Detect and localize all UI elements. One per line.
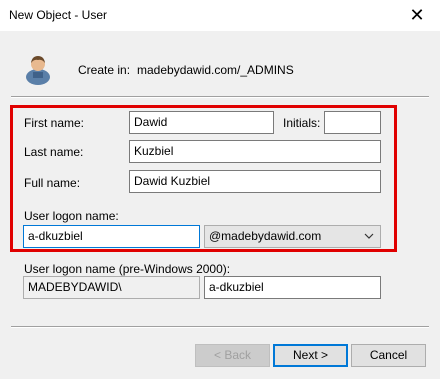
cancel-button[interactable]: Cancel xyxy=(351,344,426,367)
pre2000-domain-field: MADEBYDAWID\ xyxy=(23,276,200,299)
title-bar: New Object - User ✕ xyxy=(0,0,440,31)
divider-bottom xyxy=(11,326,429,328)
close-button[interactable]: ✕ xyxy=(394,0,440,31)
create-in-label: Create in: xyxy=(78,63,131,77)
next-button[interactable]: Next > xyxy=(273,344,348,367)
pre2000-logon-field[interactable]: a-dkuzbiel xyxy=(204,276,381,299)
user-icon xyxy=(26,56,50,85)
window-title: New Object - User xyxy=(9,8,108,22)
divider-top xyxy=(11,96,429,98)
pre2000-label: User logon name (pre-Windows 2000): xyxy=(24,262,231,276)
back-button[interactable]: < Back xyxy=(195,344,270,367)
create-in-path: madebydawid.com/_ADMINS xyxy=(137,63,294,77)
highlight-box xyxy=(10,105,397,252)
